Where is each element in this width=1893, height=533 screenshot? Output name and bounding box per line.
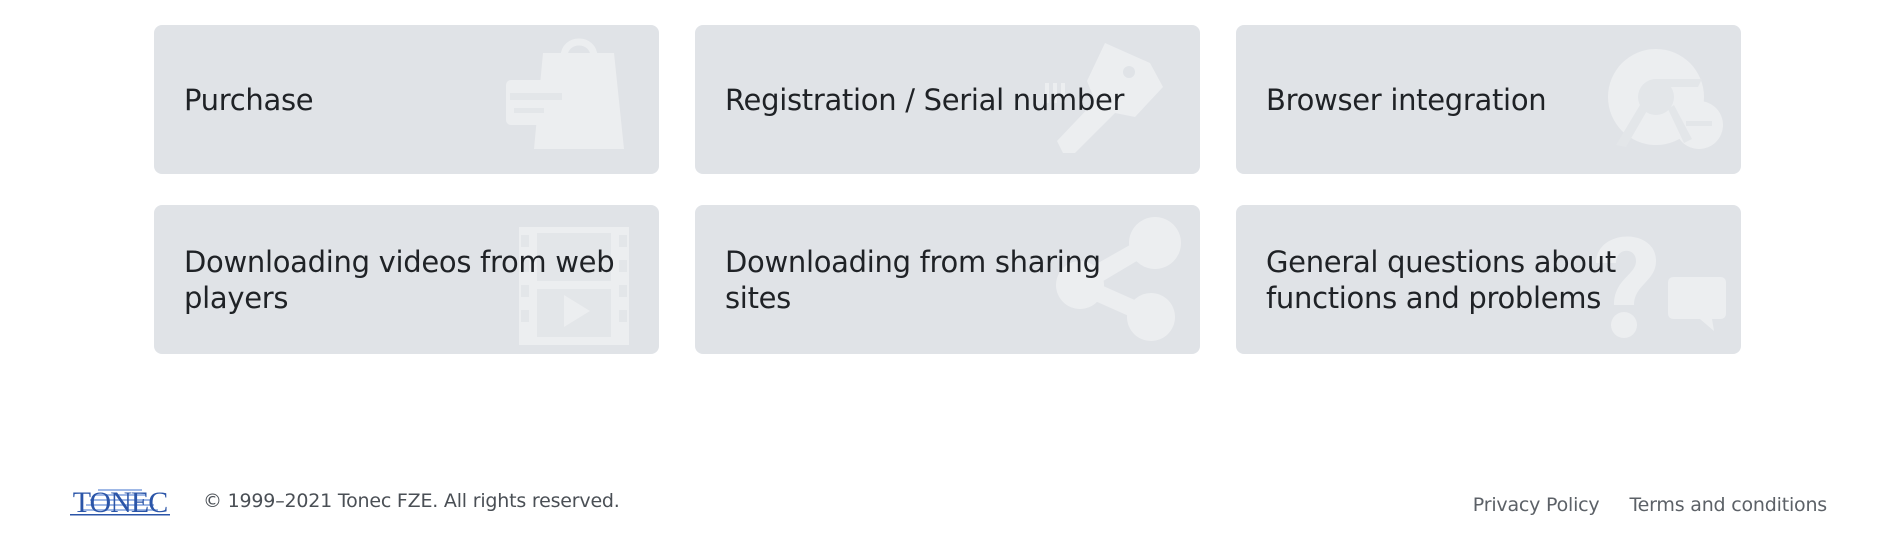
faq-category-grid: Purchase Registration / Serial number Br… bbox=[154, 25, 1741, 354]
card-sharing-sites[interactable]: Downloading from sharing sites bbox=[695, 205, 1200, 354]
site-footer: TONEC © 1999–2021 Tonec FZE. All rights … bbox=[0, 470, 1893, 533]
tonec-logo[interactable]: TONEC bbox=[70, 483, 170, 517]
card-title: Purchase bbox=[184, 82, 314, 117]
copyright-text: © 1999–2021 Tonec FZE. All rights reserv… bbox=[203, 490, 620, 512]
card-registration[interactable]: Registration / Serial number bbox=[695, 25, 1200, 174]
card-title: Downloading from sharing sites bbox=[725, 244, 1101, 315]
card-purchase[interactable]: Purchase bbox=[154, 25, 659, 174]
footer-links: Privacy Policy Terms and conditions bbox=[1473, 494, 1827, 516]
card-title: Browser integration bbox=[1266, 82, 1547, 117]
terms-link[interactable]: Terms and conditions bbox=[1629, 494, 1827, 516]
card-general-questions[interactable]: General questions about functions and pr… bbox=[1236, 205, 1741, 354]
privacy-policy-link[interactable]: Privacy Policy bbox=[1473, 494, 1600, 516]
card-title: Registration / Serial number bbox=[725, 82, 1125, 117]
card-title: General questions about functions and pr… bbox=[1266, 244, 1616, 315]
card-title: Downloading videos from web players bbox=[184, 244, 615, 315]
svg-text:TONEC: TONEC bbox=[73, 486, 167, 517]
card-browser-integration[interactable]: Browser integration bbox=[1236, 25, 1741, 174]
card-videos-web-players[interactable]: Downloading videos from web players bbox=[154, 205, 659, 354]
